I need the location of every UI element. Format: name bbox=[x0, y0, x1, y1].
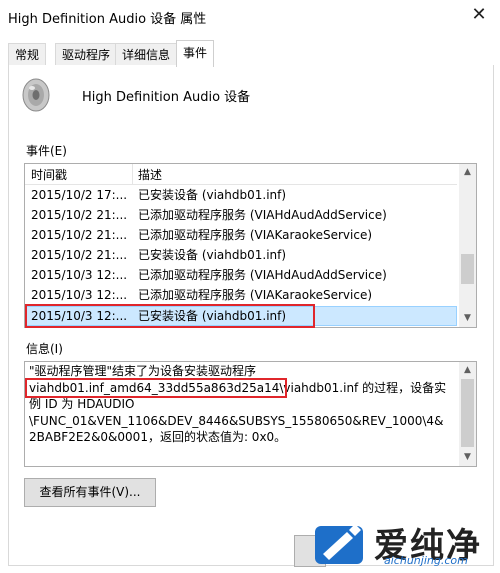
info-textbox[interactable]: "驱动程序管理"结束了为设备安装驱动程序 viahdb01.inf_amd64_… bbox=[24, 361, 477, 467]
event-time: 2015/10/3 12:... bbox=[31, 268, 128, 282]
column-header-timestamp[interactable]: 时间戳 bbox=[31, 166, 67, 183]
event-time: 2015/10/2 17:... bbox=[31, 188, 128, 202]
scroll-thumb[interactable] bbox=[461, 254, 474, 284]
watermark-url: aichunjing.com bbox=[384, 554, 468, 567]
view-all-events-button[interactable]: 查看所有事件(V)... bbox=[24, 478, 156, 507]
events-scrollbar[interactable]: ▲ ▼ bbox=[459, 164, 476, 327]
list-header: 时间戳 描述 bbox=[25, 164, 457, 185]
event-description: 已安装设备 (viahdb01.inf) bbox=[138, 248, 287, 262]
event-description: 已添加驱动程序服务 (VIAKaraokeService) bbox=[138, 228, 373, 242]
device-name: High Definition Audio 设备 bbox=[82, 90, 251, 105]
event-time: 2015/10/2 21:... bbox=[31, 208, 128, 222]
list-item[interactable]: 2015/10/2 21:... 已添加驱动程序服务 (VIAHdAudAddS… bbox=[25, 205, 457, 225]
list-item[interactable]: 2015/10/2 17:... 已安装设备 (viahdb01.inf) bbox=[25, 185, 457, 205]
column-separator[interactable] bbox=[132, 164, 133, 184]
event-time: 2015/10/2 21:... bbox=[31, 248, 128, 262]
info-line: \FUNC_01&VEN_1106&DEV_8446&SUBSYS_155806… bbox=[29, 413, 444, 428]
info-scrollbar[interactable]: ▲ ▼ bbox=[459, 362, 476, 466]
event-time: 2015/10/3 12:... bbox=[31, 288, 128, 302]
tab-events[interactable]: 事件 bbox=[176, 40, 215, 67]
event-description: 已添加驱动程序服务 (VIAHdAudAddService) bbox=[138, 268, 387, 282]
scroll-up-icon[interactable]: ▲ bbox=[459, 362, 476, 379]
info-line: 例 ID 为 HDAUDIO bbox=[29, 397, 135, 411]
scroll-down-icon[interactable]: ▼ bbox=[459, 449, 476, 466]
event-description: 已添加驱动程序服务 (VIAHdAudAddService) bbox=[138, 208, 387, 222]
scroll-up-icon[interactable]: ▲ bbox=[459, 164, 476, 181]
events-label: 事件(E) bbox=[26, 144, 67, 158]
list-item[interactable]: 2015/10/2 21:... 已添加驱动程序服务 (VIAKaraokeSe… bbox=[25, 225, 457, 245]
scroll-thumb[interactable] bbox=[461, 379, 474, 447]
tab-driver[interactable]: 驱动程序 bbox=[55, 43, 118, 66]
column-header-description[interactable]: 描述 bbox=[138, 166, 162, 183]
close-button[interactable]: ✕ bbox=[462, 2, 496, 30]
event-description: 已安装设备 (viahdb01.inf) bbox=[138, 188, 287, 202]
list-item[interactable]: 2015/10/2 21:... 已安装设备 (viahdb01.inf) bbox=[25, 245, 457, 265]
event-description: 已添加驱动程序服务 (VIAKaraokeService) bbox=[138, 288, 373, 302]
speaker-icon bbox=[22, 78, 50, 112]
scroll-down-icon[interactable]: ▼ bbox=[459, 310, 476, 327]
tab-general[interactable]: 常规 bbox=[8, 43, 47, 66]
highlight-box-driver-folder bbox=[25, 378, 287, 398]
info-label: 信息(I) bbox=[26, 342, 63, 356]
window-title: High Definition Audio 设备 属性 bbox=[8, 12, 207, 27]
highlight-box-selected-row bbox=[25, 304, 315, 328]
event-time: 2015/10/2 21:... bbox=[31, 228, 128, 242]
list-item[interactable]: 2015/10/3 12:... 已添加驱动程序服务 (VIAHdAudAddS… bbox=[25, 265, 457, 285]
tab-details[interactable]: 详细信息 bbox=[115, 43, 178, 66]
info-line: 2BABF2E2&0&0001，返回的状态值为: 0x0。 bbox=[29, 430, 287, 444]
list-item[interactable]: 2015/10/3 12:... 已添加驱动程序服务 (VIAKaraokeSe… bbox=[25, 285, 457, 305]
watermark-logo-icon bbox=[315, 524, 363, 564]
